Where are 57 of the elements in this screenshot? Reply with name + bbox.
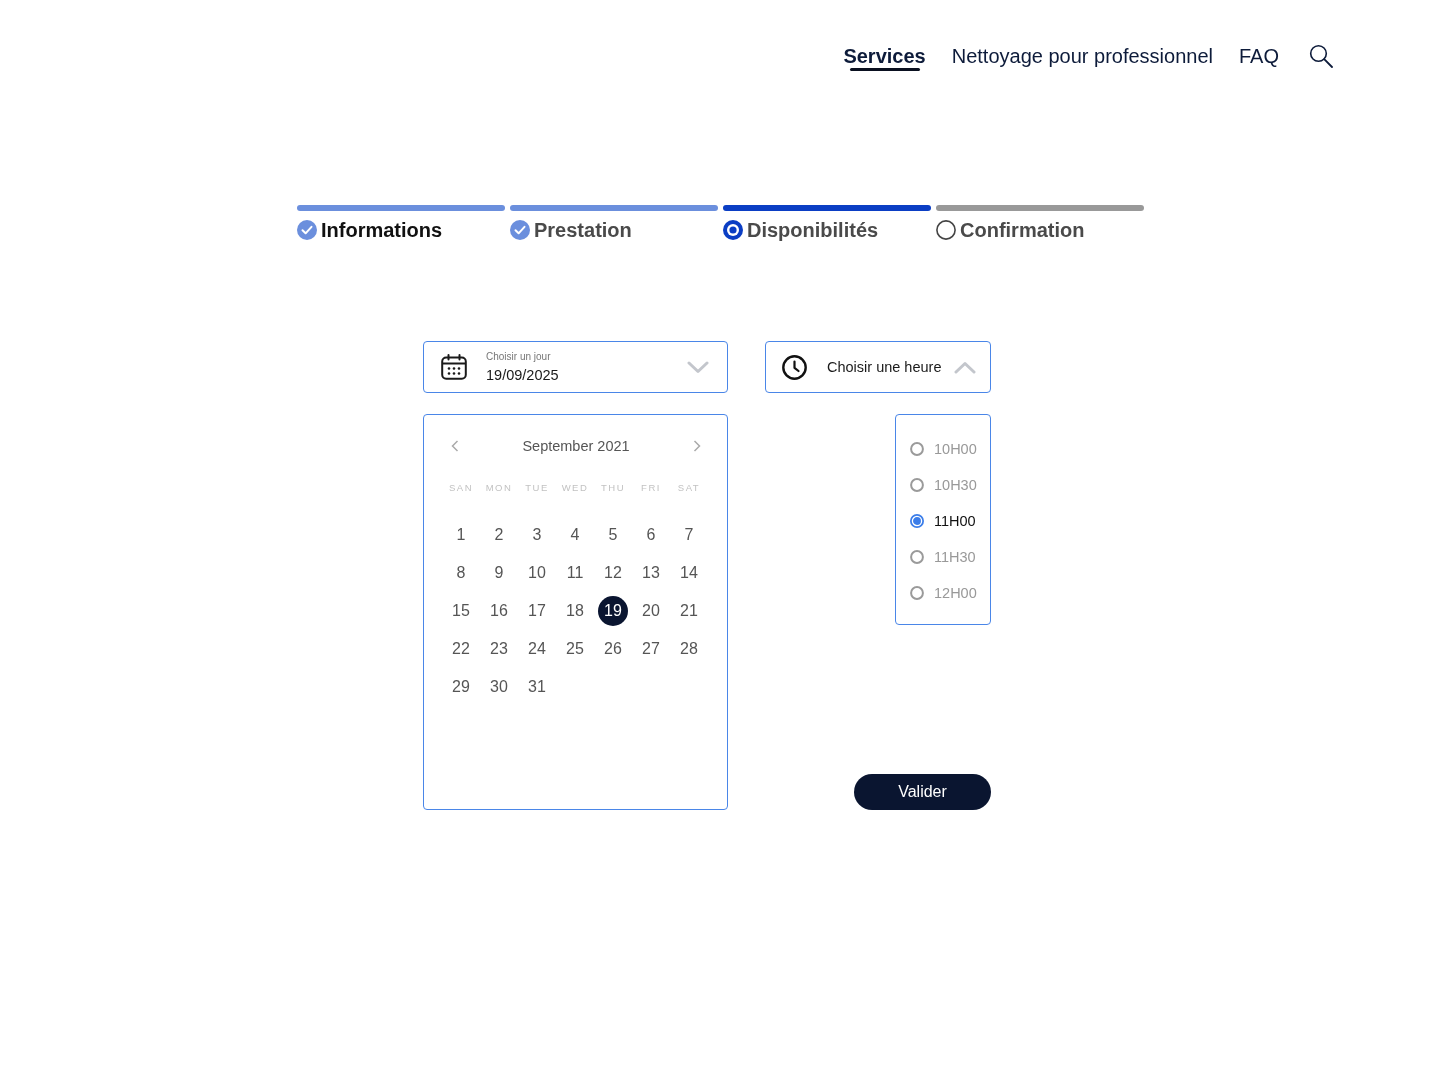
step-label: Informations bbox=[321, 218, 443, 242]
calendar-day[interactable]: 9 bbox=[484, 558, 514, 588]
nav-link[interactable]: Services bbox=[843, 42, 926, 70]
calendar-icon bbox=[441, 354, 467, 380]
calendar-day[interactable]: 27 bbox=[636, 634, 666, 664]
calendar-day[interactable]: 11 bbox=[560, 558, 590, 588]
chevron-right-icon[interactable] bbox=[693, 440, 701, 452]
step-label: Prestation bbox=[534, 218, 632, 242]
calendar-day[interactable]: 8 bbox=[446, 558, 476, 588]
clock-icon bbox=[782, 354, 807, 380]
calendar-day[interactable]: 17 bbox=[522, 596, 552, 626]
calendar-day[interactable]: 18 bbox=[560, 596, 590, 626]
calendar-day[interactable]: 31 bbox=[522, 672, 552, 702]
calendar-day[interactable]: 28 bbox=[674, 634, 704, 664]
weekday-label: SAT bbox=[676, 481, 702, 493]
calendar-day[interactable]: 12 bbox=[598, 558, 628, 588]
time-slot-option[interactable]: 11H00 bbox=[910, 503, 976, 539]
calendar-day[interactable]: 1 bbox=[446, 520, 476, 550]
calendar-day[interactable]: 7 bbox=[674, 520, 704, 550]
time-field-label: Choisir une heure bbox=[827, 359, 943, 375]
calendar-day[interactable]: 4 bbox=[560, 520, 590, 550]
weekday-label: FRI bbox=[640, 481, 662, 493]
calendar-day[interactable]: 20 bbox=[636, 596, 666, 626]
calendar-day[interactable]: 3 bbox=[522, 520, 552, 550]
calendar-day[interactable]: 19 bbox=[598, 596, 628, 626]
step-label: Disponibilités bbox=[747, 218, 879, 242]
date-field[interactable]: Choisir un jour 19/09/2025 bbox=[423, 341, 728, 393]
date-value: 19/09/2025 bbox=[486, 365, 560, 385]
calendar-day[interactable]: 6 bbox=[636, 520, 666, 550]
weekday-label: THU bbox=[600, 481, 626, 493]
calendar-day[interactable]: 30 bbox=[484, 672, 514, 702]
calendar-day[interactable]: 24 bbox=[522, 634, 552, 664]
calendar-day[interactable]: 21 bbox=[674, 596, 704, 626]
nav-link[interactable]: Nettoyage pour professionnel bbox=[951, 42, 1213, 70]
calendar-day[interactable]: 14 bbox=[674, 558, 704, 588]
calendar-day[interactable]: 25 bbox=[560, 634, 590, 664]
nav-link[interactable]: FAQ bbox=[1239, 42, 1279, 70]
submit-button[interactable]: Valider bbox=[854, 774, 991, 810]
calendar-day[interactable]: 10 bbox=[522, 558, 552, 588]
calendar-day[interactable]: 15 bbox=[446, 596, 476, 626]
weekday-label: TUE bbox=[524, 481, 550, 493]
calendar-day[interactable]: 13 bbox=[636, 558, 666, 588]
month-title: September 2021 bbox=[522, 438, 630, 454]
weekday-label: MON bbox=[484, 481, 514, 493]
step-label: Confirmation bbox=[960, 218, 1085, 242]
field-label: Choisir un jour bbox=[486, 349, 552, 363]
calendar-day[interactable]: 26 bbox=[598, 634, 628, 664]
calendar-day[interactable]: 16 bbox=[484, 596, 514, 626]
search-icon[interactable] bbox=[1309, 44, 1333, 68]
calendar-day[interactable]: 23 bbox=[484, 634, 514, 664]
calendar-day[interactable]: 2 bbox=[484, 520, 514, 550]
chevron-left-icon[interactable] bbox=[451, 440, 459, 452]
calendar-day[interactable]: 22 bbox=[446, 634, 476, 664]
time-field[interactable]: Choisir une heure bbox=[765, 341, 991, 393]
calendar-day[interactable]: 29 bbox=[446, 672, 476, 702]
calendar-day[interactable]: 5 bbox=[598, 520, 628, 550]
weekday-label: WED bbox=[560, 481, 590, 493]
